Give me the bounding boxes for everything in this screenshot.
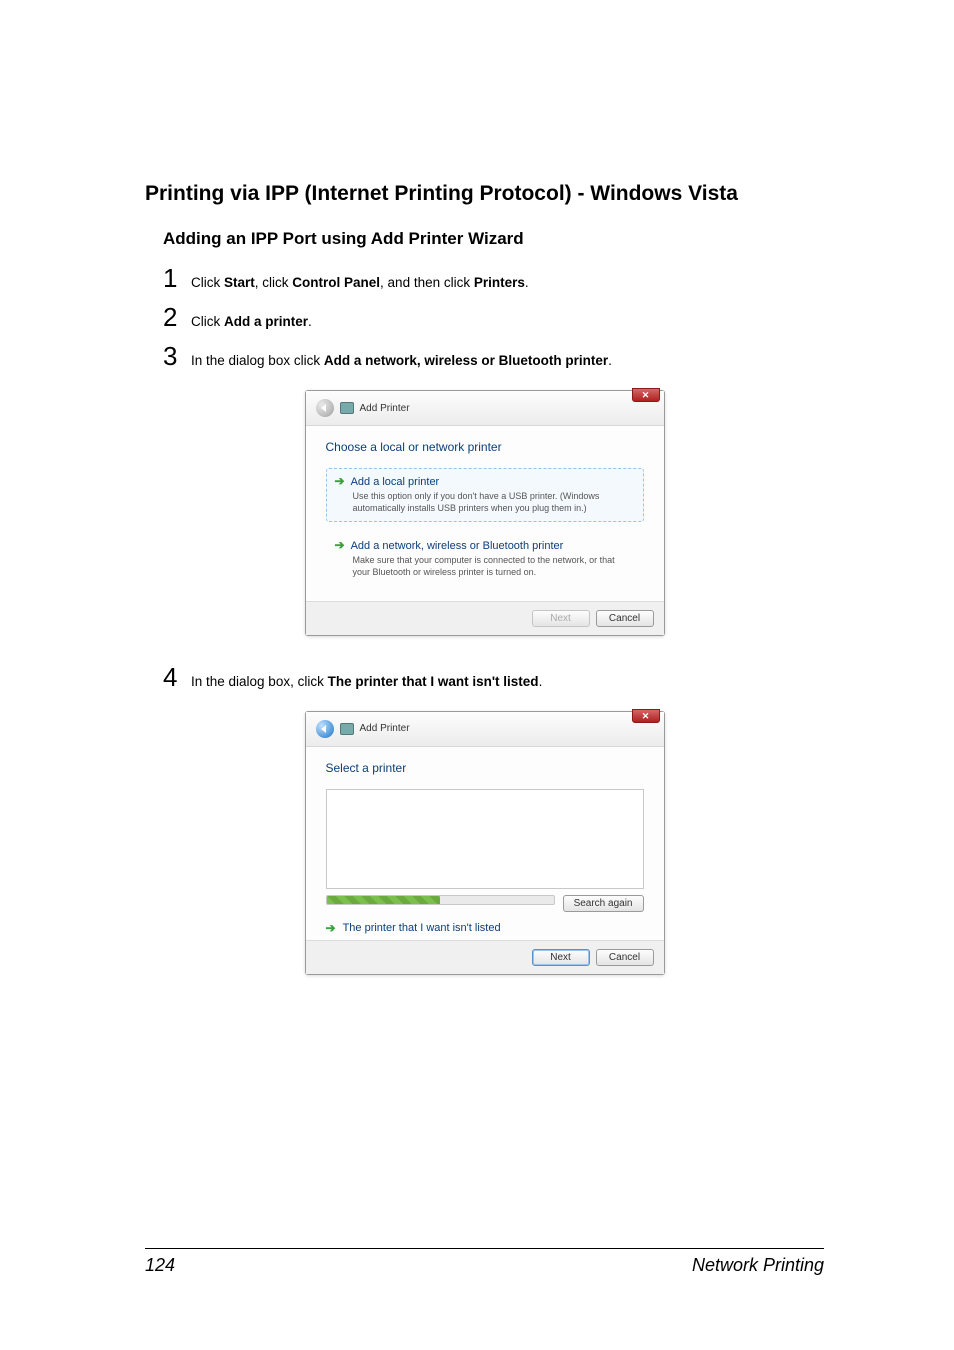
t: Add a printer <box>224 314 308 329</box>
printer-icon <box>340 723 354 735</box>
dialog-footer: Next Cancel <box>306 940 664 974</box>
arrow-icon: ➔ <box>326 922 336 934</box>
step-number: 2 <box>163 298 181 337</box>
option-add-network-printer[interactable]: ➔ Add a network, wireless or Bluetooth p… <box>326 532 644 585</box>
step-number: 1 <box>163 259 181 298</box>
footer-section: Network Printing <box>692 1255 824 1276</box>
option-title: Add a local printer <box>351 476 440 488</box>
back-icon[interactable] <box>316 720 334 738</box>
dialog-header: Add Printer <box>306 391 664 426</box>
link-label: The printer that I want isn't listed <box>343 922 501 934</box>
t: The printer that I want isn't listed <box>328 674 539 689</box>
option-description: Make sure that your computer is connecte… <box>353 554 635 578</box>
search-row: Search again <box>326 895 644 912</box>
subsection-title: Adding an IPP Port using Add Printer Wiz… <box>163 229 824 249</box>
next-button[interactable]: Next <box>532 610 590 627</box>
cancel-button[interactable]: Cancel <box>596 610 654 627</box>
dialog-header: Add Printer <box>306 712 664 747</box>
dialog-body: Select a printer Search again ➔ The prin… <box>306 747 664 940</box>
step-list-cont: 4 In the dialog box, click The printer t… <box>163 658 824 697</box>
t: . <box>525 275 529 290</box>
step-1: 1 Click Start, click Control Panel, and … <box>163 259 824 298</box>
t: . <box>539 674 543 689</box>
arrow-icon: ➔ <box>335 475 345 487</box>
cancel-button[interactable]: Cancel <box>596 949 654 966</box>
arrow-icon: ➔ <box>335 539 345 551</box>
t: Click <box>191 275 224 290</box>
printer-list[interactable] <box>326 789 644 889</box>
dialog-heading: Select a printer <box>326 761 644 775</box>
search-again-button[interactable]: Search again <box>563 895 644 912</box>
option-printer-not-listed[interactable]: ➔ The printer that I want isn't listed <box>326 922 644 934</box>
option-add-local-printer[interactable]: ➔ Add a local printer Use this option on… <box>326 468 644 521</box>
option-description: Use this option only if you don't have a… <box>353 490 635 514</box>
printer-icon <box>340 402 354 414</box>
dialog-heading: Choose a local or network printer <box>326 440 644 454</box>
step-number: 3 <box>163 337 181 376</box>
t: , and then click <box>380 275 474 290</box>
t: Click <box>191 314 224 329</box>
progress-bar <box>326 895 555 905</box>
option-title: Add a network, wireless or Bluetooth pri… <box>351 540 564 552</box>
progress-fill <box>327 896 441 904</box>
step-2: 2 Click Add a printer. <box>163 298 824 337</box>
dialog-footer: Next Cancel <box>306 601 664 635</box>
step-list: 1 Click Start, click Control Panel, and … <box>163 259 824 376</box>
add-printer-dialog-select: ✕ Add Printer Select a printer Search ag… <box>305 711 665 975</box>
t: Control Panel <box>292 275 380 290</box>
section-title: Printing via IPP (Internet Printing Prot… <box>145 180 824 207</box>
t: In the dialog box, click <box>191 674 328 689</box>
t: . <box>308 314 312 329</box>
step-text: Click Add a printer. <box>191 305 312 332</box>
t: Start <box>224 275 255 290</box>
page-number: 124 <box>145 1255 175 1276</box>
step-text: In the dialog box click Add a network, w… <box>191 344 612 371</box>
t: , click <box>255 275 293 290</box>
add-printer-dialog-choose: ✕ Add Printer Choose a local or network … <box>305 390 665 636</box>
dialog-body: Choose a local or network printer ➔ Add … <box>306 426 664 601</box>
step-4: 4 In the dialog box, click The printer t… <box>163 658 824 697</box>
next-button[interactable]: Next <box>532 949 590 966</box>
t: Printers <box>474 275 525 290</box>
page-footer: 124 Network Printing <box>145 1248 824 1276</box>
step-text: In the dialog box, click The printer tha… <box>191 665 542 692</box>
back-icon[interactable] <box>316 399 334 417</box>
close-icon[interactable]: ✕ <box>632 709 660 723</box>
t: . <box>608 353 612 368</box>
step-number: 4 <box>163 658 181 697</box>
step-text: Click Start, click Control Panel, and th… <box>191 266 529 293</box>
t: Add a network, wireless or Bluetooth pri… <box>324 353 608 368</box>
close-icon[interactable]: ✕ <box>632 388 660 402</box>
dialog-title: Add Printer <box>360 403 410 414</box>
t: In the dialog box click <box>191 353 324 368</box>
step-3: 3 In the dialog box click Add a network,… <box>163 337 824 376</box>
dialog-title: Add Printer <box>360 723 410 734</box>
document-page: Printing via IPP (Internet Printing Prot… <box>0 0 954 1350</box>
